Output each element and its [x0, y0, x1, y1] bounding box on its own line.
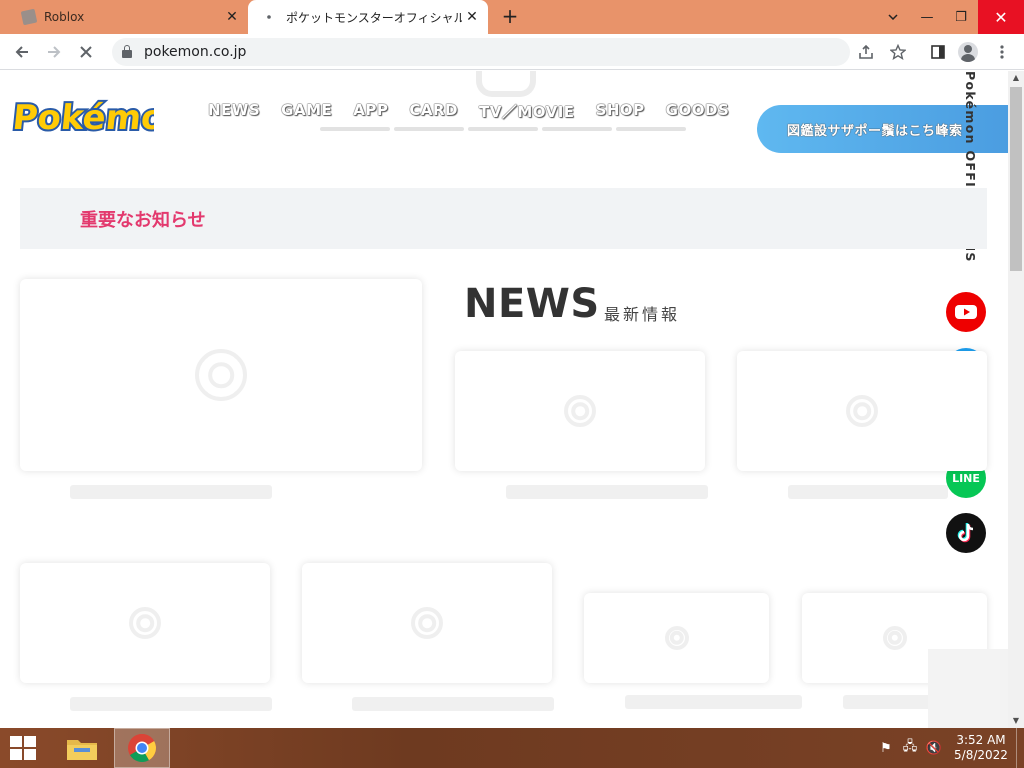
profile-avatar[interactable] — [958, 42, 978, 62]
tiktok-icon[interactable] — [946, 513, 986, 553]
restore-button[interactable]: ❐ — [944, 0, 978, 34]
news-card[interactable] — [584, 593, 769, 683]
card-caption-placeholder — [352, 697, 554, 711]
windows-start-icon[interactable] — [10, 736, 38, 760]
browser-toolbar: pokemon.co.jp — [0, 34, 1024, 70]
pokeball-placeholder-icon — [882, 626, 907, 650]
important-notice-banner[interactable]: 重要なお知らせ — [20, 188, 987, 249]
network-icon[interactable]: 🖧 — [898, 737, 922, 759]
side-panel-icon[interactable] — [926, 40, 950, 64]
pokeball-placeholder-icon — [846, 395, 878, 427]
clock-date: 5/8/2022 — [954, 748, 1008, 762]
tab-pokemon[interactable]: ポケットモンスターオフィシャルサイト ✕ — [248, 0, 488, 34]
lock-icon — [122, 45, 132, 58]
web-page: Pokémon NEWS GAME APP CARD TV／MOVIE SHOP… — [0, 71, 1008, 728]
loading-favicon-icon — [267, 15, 271, 19]
news-card[interactable] — [302, 563, 552, 683]
roblox-favicon-icon — [20, 8, 38, 26]
menu-kebab-icon[interactable] — [990, 40, 1014, 64]
news-subheading: 最新情報 — [604, 305, 681, 324]
tab-title: ポケットモンスターオフィシャルサイト — [286, 10, 462, 25]
news-card[interactable] — [737, 351, 987, 471]
page-scrollbar[interactable]: ▲ ▼ — [1008, 71, 1024, 728]
pokemon-logo[interactable]: Pokémon — [12, 87, 154, 139]
youtube-icon[interactable] — [946, 292, 986, 332]
main-nav: NEWS GAME APP CARD TV／MOVIE SHOP GOODS — [208, 101, 750, 122]
pokeball-placeholder-icon — [411, 607, 443, 639]
card-caption-placeholder — [70, 697, 272, 711]
card-caption-placeholder — [506, 485, 708, 499]
clock-time: 3:52 AM — [956, 733, 1006, 747]
nav-game[interactable]: GAME — [281, 101, 332, 122]
notice-label: 重要なお知らせ — [80, 210, 206, 231]
nav-tv-movie[interactable]: TV／MOVIE — [479, 101, 575, 122]
new-tab-button[interactable]: + — [498, 4, 522, 28]
close-window-button[interactable]: ✕ — [978, 0, 1024, 34]
tab-title: Roblox — [44, 10, 85, 24]
scroll-up-arrow-icon[interactable]: ▲ — [1008, 71, 1024, 85]
page-top-button-placeholder[interactable] — [928, 649, 1008, 728]
news-heading: NEWS — [464, 281, 600, 327]
nav-news[interactable]: NEWS — [208, 101, 260, 122]
close-tab-icon[interactable]: ✕ — [222, 9, 242, 25]
file-explorer-icon[interactable] — [54, 728, 110, 768]
header-decoration — [476, 71, 536, 97]
close-tab-icon[interactable]: ✕ — [462, 9, 482, 25]
system-clock[interactable]: 3:52 AM 5/8/2022 — [946, 733, 1016, 763]
minimize-button[interactable]: — — [910, 0, 944, 34]
nav-goods[interactable]: GOODS — [666, 101, 730, 122]
action-center-flag-icon[interactable]: ⚑ — [874, 741, 898, 756]
pokeball-placeholder-icon — [664, 626, 689, 650]
news-card[interactable] — [20, 563, 270, 683]
scroll-down-arrow-icon[interactable]: ▼ — [1008, 714, 1024, 728]
scrollbar-thumb[interactable] — [1010, 87, 1022, 271]
card-caption-placeholder — [70, 485, 272, 499]
back-icon[interactable] — [10, 40, 34, 64]
nav-underline-placeholders — [320, 127, 690, 131]
pokeball-placeholder-icon — [195, 349, 247, 401]
stop-loading-icon[interactable] — [74, 40, 98, 64]
show-desktop-button[interactable] — [1016, 728, 1024, 768]
taskbar: ⚑ 🖧 🔇 3:52 AM 5/8/2022 — [0, 728, 1024, 768]
tab-roblox[interactable]: Roblox ✕ — [0, 0, 248, 34]
chrome-taskbar-icon[interactable] — [114, 728, 170, 768]
card-caption-placeholder — [788, 485, 948, 499]
address-bar[interactable]: pokemon.co.jp — [112, 38, 850, 66]
nav-app[interactable]: APP — [353, 101, 388, 122]
news-card[interactable] — [455, 351, 705, 471]
url-text: pokemon.co.jp — [144, 44, 247, 60]
bookmark-star-icon[interactable] — [886, 40, 910, 64]
tab-search-icon[interactable] — [876, 0, 910, 34]
pokeball-placeholder-icon — [564, 395, 596, 427]
pokeball-placeholder-icon — [129, 607, 161, 639]
news-card-featured[interactable] — [20, 279, 422, 471]
forward-icon[interactable] — [42, 40, 66, 64]
share-icon[interactable] — [854, 40, 878, 64]
card-caption-placeholder — [625, 695, 802, 709]
nav-card[interactable]: CARD — [409, 101, 458, 122]
tab-strip: Roblox ✕ ポケットモンスターオフィシャルサイト ✕ + — ❐ ✕ — [0, 0, 1024, 34]
volume-muted-icon[interactable]: 🔇 — [922, 741, 946, 756]
svg-text:Pokémon: Pokémon — [12, 98, 154, 138]
nav-shop[interactable]: SHOP — [596, 101, 645, 122]
